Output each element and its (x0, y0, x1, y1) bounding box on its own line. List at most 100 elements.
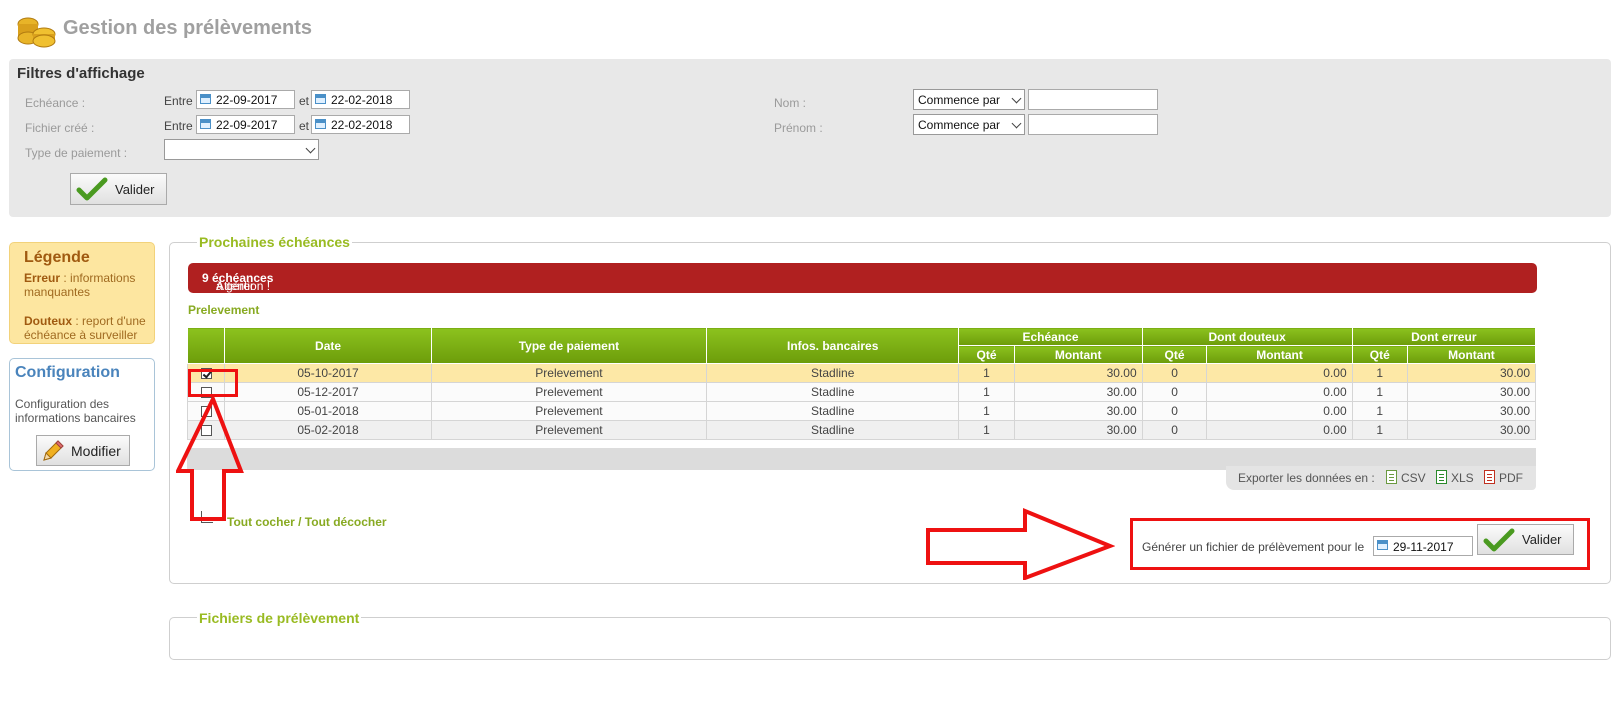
dou-montant-cell: 0.00 (1206, 401, 1353, 421)
err-montant-cell: 30.00 (1406, 401, 1537, 421)
table-row[interactable]: 05-10-2017 Prelevement Stadline 1 30.00 … (186, 363, 1537, 383)
dou-qte-cell: 0 (1141, 382, 1208, 402)
files-title: Fichiers de prélèvement (197, 610, 362, 626)
infos-cell: Stadline (706, 363, 960, 383)
check-icon (76, 177, 108, 201)
upcoming-title: Prochaines échéances (197, 234, 352, 250)
ech-montant-cell: 30.00 (1013, 382, 1143, 402)
ech-qte-cell: 1 (958, 363, 1015, 383)
err-montant-cell: 30.00 (1406, 382, 1537, 402)
infos-cell: Stadline (706, 401, 960, 421)
err-montant-cell: 30.00 (1406, 420, 1537, 440)
douteux-group-header: Dont douteux (1141, 327, 1353, 346)
nom-label: Nom : (774, 96, 807, 110)
type-paiement-select[interactable] (164, 139, 319, 160)
alert-text: Attention ! Il y a encore 9 échéances à … (202, 271, 274, 335)
chevron-down-icon (1011, 93, 1022, 104)
annotation-arrow-right-icon (926, 508, 1115, 580)
err-qte-cell: 1 (1351, 363, 1408, 383)
prenom-label: Prénom : (774, 121, 823, 135)
export-csv-link[interactable]: CSV (1401, 471, 1426, 485)
echeance-montant-header: Montant (1013, 345, 1143, 364)
nom-input[interactable] (1028, 89, 1158, 110)
echeance-from-input[interactable]: 22-09-2017 (196, 90, 295, 109)
annotation-highlight-generate (1130, 518, 1590, 570)
export-bar: Exporter les données en : CSV XLS PDF (1226, 466, 1536, 490)
nom-mode-select[interactable]: Commence par (913, 89, 1025, 110)
filters-title: Filtres d'affichage (17, 65, 145, 82)
douteux-qte-header: Qté (1141, 345, 1208, 364)
alert-banner: Attention ! Il y a encore 9 échéances à … (188, 263, 1537, 335)
chevron-down-icon (305, 143, 316, 154)
echeance-label: Echéance : (25, 96, 86, 110)
ech-montant-cell: 30.00 (1013, 420, 1143, 440)
echeances-table: Date Type de paiement Infos. bancaires E… (186, 327, 1537, 440)
xls-file-icon[interactable] (1436, 470, 1447, 484)
date-cell: 05-10-2017 (224, 363, 432, 383)
export-pdf-link[interactable]: PDF (1499, 471, 1523, 485)
echeance-and-text: et (299, 94, 310, 108)
config-modify-button[interactable]: Modifier (36, 435, 130, 466)
fichier-from-input[interactable]: 22-09-2017 (196, 115, 295, 134)
err-qte-cell: 1 (1351, 382, 1408, 402)
date-cell: 05-02-2018 (224, 420, 432, 440)
infos-cell: Stadline (706, 382, 960, 402)
dou-montant-cell: 0.00 (1206, 382, 1353, 402)
fichier-label: Fichier créé : (25, 121, 95, 135)
calendar-icon[interactable] (200, 119, 211, 129)
date-cell: 05-12-2017 (224, 382, 432, 402)
type-cell: Prelevement (430, 363, 708, 383)
annotation-highlight-checkbox (188, 369, 238, 397)
dou-montant-cell: 0.00 (1206, 363, 1353, 383)
table-row[interactable]: 05-01-2018 Prelevement Stadline 1 30.00 … (186, 401, 1537, 421)
table-row[interactable]: 05-02-2018 Prelevement Stadline 1 30.00 … (186, 420, 1537, 440)
fichier-between-text: Entre (164, 119, 193, 133)
uncheck-all-link[interactable]: Tout décocher (305, 515, 387, 529)
table-row[interactable]: 05-12-2017 Prelevement Stadline 1 30.00 … (186, 382, 1537, 402)
prelevement-section-label: Prelevement (188, 303, 260, 317)
legend-title: Légende (24, 249, 90, 266)
erreur-montant-header: Montant (1406, 345, 1537, 364)
echeance-qte-header: Qté (958, 345, 1015, 364)
export-xls-link[interactable]: XLS (1451, 471, 1474, 485)
calendar-icon[interactable] (315, 119, 326, 129)
calendar-icon[interactable] (200, 94, 211, 104)
chevron-down-icon (1011, 118, 1022, 129)
prenom-mode-select[interactable]: Commence par (913, 114, 1025, 135)
ech-qte-cell: 1 (958, 401, 1015, 421)
type-column-header: Type de paiement (430, 327, 708, 364)
ech-montant-cell: 30.00 (1013, 363, 1143, 383)
erreur-qte-header: Qté (1351, 345, 1408, 364)
echeance-group-header: Echéance (958, 327, 1143, 346)
ech-qte-cell: 1 (958, 382, 1015, 402)
echeance-to-input[interactable]: 22-02-2018 (311, 90, 410, 109)
config-box: Configuration Configuration des informat… (9, 358, 155, 471)
filters-submit-button[interactable]: Valider (70, 173, 167, 205)
fichier-to-input[interactable]: 22-02-2018 (311, 115, 410, 134)
files-section (169, 617, 1611, 660)
err-qte-cell: 1 (1351, 420, 1408, 440)
dou-qte-cell: 0 (1141, 363, 1208, 383)
legend-douteux: Douteux : report d'une échéance à survei… (24, 314, 146, 342)
calendar-icon[interactable] (315, 94, 326, 104)
err-montant-cell: 30.00 (1406, 363, 1537, 383)
csv-file-icon[interactable] (1386, 470, 1397, 484)
douteux-montant-header: Montant (1206, 345, 1353, 364)
date-column-header: Date (224, 327, 432, 364)
filters-panel: Filtres d'affichage Echéance : Entre 22-… (9, 59, 1611, 217)
coins-icon (17, 17, 56, 48)
infos-column-header: Infos. bancaires (706, 327, 960, 364)
prenom-input[interactable] (1028, 114, 1158, 135)
type-cell: Prelevement (430, 401, 708, 421)
fichier-and-text: et (299, 119, 310, 133)
dou-qte-cell: 0 (1141, 401, 1208, 421)
erreur-group-header: Dont erreur (1351, 327, 1537, 346)
config-description: Configuration des informations bancaires (15, 397, 136, 425)
date-cell: 05-01-2018 (224, 401, 432, 421)
pdf-file-icon[interactable] (1484, 470, 1495, 484)
infos-cell: Stadline (706, 420, 960, 440)
annotation-arrow-up-icon (176, 395, 244, 521)
pencil-icon (43, 440, 64, 461)
err-qte-cell: 1 (1351, 401, 1408, 421)
page-title: Gestion des prélèvements (63, 17, 312, 39)
